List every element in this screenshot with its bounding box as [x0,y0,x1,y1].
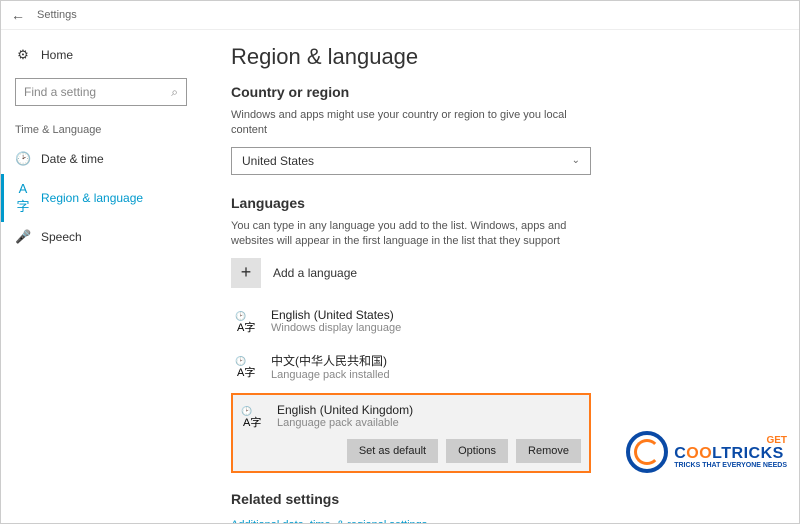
sidebar-item-date-time[interactable]: 🕑 Date & time [1,144,201,174]
svg-text:A字: A字 [237,320,255,333]
sidebar-item-label: Date & time [41,152,104,166]
back-icon[interactable]: ← [11,7,25,23]
language-item-en-us[interactable]: 🕑A字 English (United States) Windows disp… [231,302,591,340]
svg-text:A字: A字 [237,365,255,378]
language-glyph-icon: 🕑A字 [235,309,259,333]
add-language-label: Add a language [273,266,357,280]
search-placeholder: Find a setting [24,85,96,99]
country-dropdown[interactable]: United States ⌄ [231,147,591,175]
chevron-down-icon: ⌄ [572,155,580,166]
sidebar: ⚙ Home Find a setting ⌕ Time & Language … [1,30,201,523]
languages-heading: Languages [231,195,769,211]
svg-text:🕑: 🕑 [241,405,252,416]
sidebar-item-region-language[interactable]: A字 Region & language [1,174,201,222]
country-heading: Country or region [231,84,769,100]
search-input[interactable]: Find a setting ⌕ [15,78,187,106]
watermark-circle-icon [626,431,668,473]
language-subtitle: Language pack available [277,417,413,429]
remove-button[interactable]: Remove [516,439,581,463]
language-glyph-icon: 🕑A字 [241,404,265,428]
sidebar-item-label: Speech [41,230,82,244]
language-subtitle: Windows display language [271,322,401,334]
related-settings-link[interactable]: Additional date, time, & regional settin… [231,519,427,523]
country-description: Windows and apps might use your country … [231,108,591,139]
country-selected-value: United States [242,154,314,168]
language-subtitle: Language pack installed [271,369,390,381]
language-glyph-icon: 🕑A字 [235,354,259,378]
language-name: 中文(中华人民共和国) [271,352,390,369]
language-name: English (United States) [271,308,401,322]
watermark-tagline: TRICKS THAT EVERYONE NEEDS [674,462,787,469]
language-item-en-gb-selected[interactable]: 🕑A字 English (United Kingdom) Language pa… [231,393,591,473]
home-label: Home [41,48,73,62]
options-button[interactable]: Options [446,439,508,463]
watermark-brand: COOLTRICKS [674,446,787,462]
section-label: Time & Language [1,120,201,144]
plus-icon: + [231,258,261,288]
microphone-icon: 🎤 [15,229,31,245]
svg-text:A字: A字 [243,415,261,428]
titlebar: ← Settings [1,1,799,30]
sidebar-item-speech[interactable]: 🎤 Speech [1,222,201,252]
related-heading: Related settings [231,491,769,507]
languages-description: You can type in any language you add to … [231,219,591,250]
svg-text:🕑: 🕑 [235,310,246,321]
add-language-button[interactable]: + Add a language [231,258,769,288]
language-name: English (United Kingdom) [277,403,413,417]
home-button[interactable]: ⚙ Home [1,40,201,70]
clock-icon: 🕑 [15,151,31,167]
search-icon: ⌕ [171,85,178,100]
set-default-button[interactable]: Set as default [347,439,438,463]
sidebar-item-label: Region & language [41,191,143,205]
window-title: Settings [37,9,77,21]
page-title: Region & language [231,44,769,70]
language-item-zh-cn[interactable]: 🕑A字 中文(中华人民共和国) Language pack installed [231,346,591,387]
svg-text:🕑: 🕑 [235,355,246,366]
watermark-logo: GET COOLTRICKS TRICKS THAT EVERYONE NEED… [626,431,787,473]
language-icon: A字 [15,181,31,215]
gear-icon: ⚙ [15,47,31,63]
